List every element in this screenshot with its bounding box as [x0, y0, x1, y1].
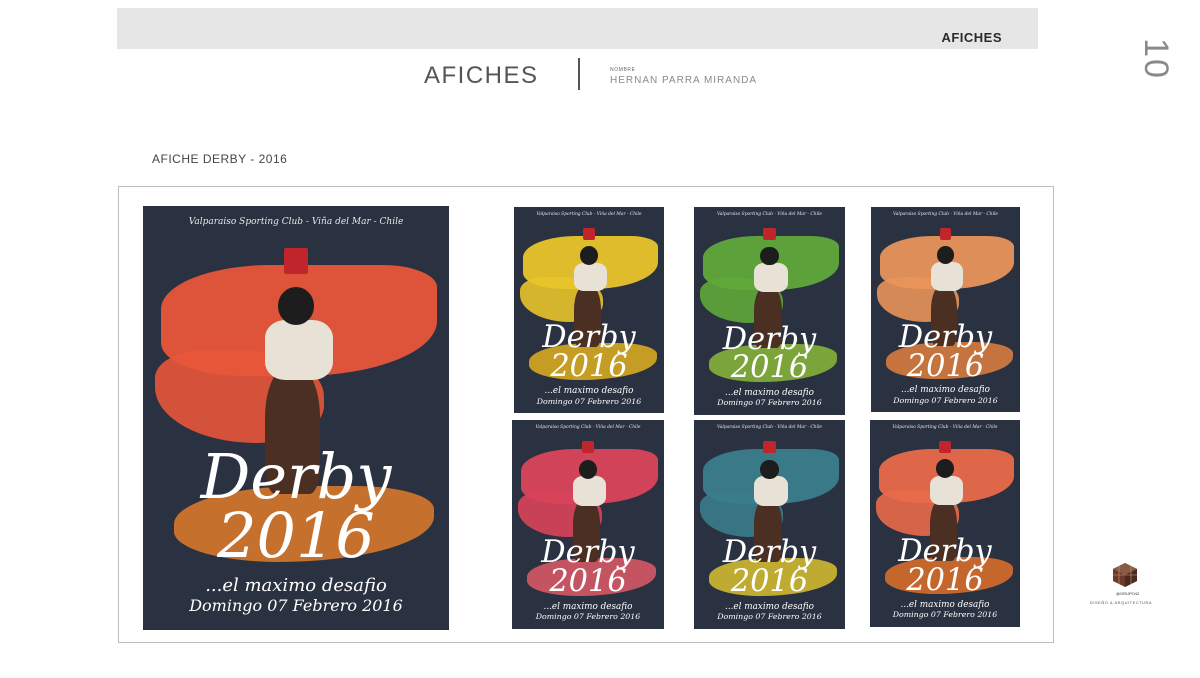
poster-derby-title: Derby 2016: [694, 537, 845, 599]
poster-year: 2016: [550, 349, 628, 385]
logo-caption: DISEÑO & ARQUITECTURA: [1090, 600, 1153, 605]
jockey-illustration: [930, 262, 964, 292]
poster-peach: Valparaiso Sporting Club - Viña del Mar …: [871, 207, 1020, 412]
jockey-illustration: [930, 475, 963, 505]
title-divider: [578, 58, 580, 90]
jockey-illustration: [572, 476, 607, 506]
section-title: AFICHES: [424, 62, 539, 89]
author-label: NOMBRE: [610, 67, 636, 73]
jockey-helmet: [760, 246, 779, 266]
poster-year: 2016: [549, 563, 627, 599]
poster-tagline: ...el maximo desafio: [725, 387, 814, 398]
poster-derby-title: Derby 2016: [870, 536, 1020, 598]
poster-top-text: Valparaiso Sporting Club - Viña del Mar …: [892, 212, 999, 218]
grupo42-logo-icon: [1113, 563, 1137, 587]
jockey-helmet: [277, 286, 315, 325]
poster-top-text: Valparaiso Sporting Club - Viña del Mar …: [535, 425, 641, 431]
jockey-helmet: [580, 246, 598, 265]
poster-top-text: Valparaiso Sporting Club - Viña del Mar …: [716, 425, 823, 431]
poster-year: 2016: [730, 350, 809, 386]
poster-main: Valparaiso Sporting Club - Viña del Mar …: [143, 206, 449, 630]
poster-tagline: ...el maximo desafio: [901, 385, 990, 396]
jockey-illustration: [265, 320, 333, 380]
poster-teal: Valparaiso Sporting Club - Viña del Mar …: [694, 420, 845, 629]
jockey-helmet: [578, 459, 598, 479]
top-bar-label: AFICHES: [941, 30, 1002, 45]
poster-date: Domingo 07 Febrero 2016: [189, 596, 403, 616]
sporting-badge-icon: [939, 440, 951, 454]
sporting-badge-icon: [763, 227, 776, 241]
poster-derby-title: Derby 2016: [514, 323, 664, 385]
poster-top-text: Valparaiso Sporting Club - Viña del Mar …: [188, 216, 404, 227]
poster-derby-title: Derby 2016: [694, 324, 845, 386]
poster-top-text: Valparaiso Sporting Club - Viña del Mar …: [536, 212, 642, 218]
top-bar: AFICHES: [117, 8, 1038, 49]
sporting-badge-icon: [583, 227, 595, 240]
poster-derby-title: Derby 2016: [871, 322, 1020, 384]
poster-tagline: ...el maximo desafio: [205, 574, 387, 596]
poster-date: Domingo 07 Febrero 2016: [892, 610, 998, 620]
logo-brand: @GRUPO42: [1116, 591, 1140, 596]
poster-tagline: ...el maximo desafio: [544, 386, 634, 397]
jockey-helmet: [760, 459, 779, 479]
poster-top-text: Valparaiso Sporting Club - Viña del Mar …: [716, 212, 823, 218]
poster-tagline: ...el maximo desafio: [725, 601, 814, 612]
jockey-illustration: [574, 262, 607, 292]
poster-date: Domingo 07 Febrero 2016: [536, 396, 642, 406]
sporting-badge-icon: [581, 440, 595, 454]
poster-salmon: Valparaiso Sporting Club - Viña del Mar …: [870, 420, 1020, 627]
subsection-title: AFICHE DERBY - 2016: [152, 152, 288, 166]
sporting-badge-icon: [763, 440, 776, 454]
poster-date: Domingo 07 Febrero 2016: [717, 398, 822, 408]
jockey-illustration: [754, 263, 788, 293]
poster-derby-title: Derby 2016: [143, 445, 449, 566]
poster-top-text: Valparaiso Sporting Club - Viña del Mar …: [892, 425, 998, 431]
poster-year: 2016: [217, 498, 375, 572]
poster-date: Domingo 07 Febrero 2016: [893, 395, 998, 405]
jockey-illustration: [754, 476, 788, 506]
sporting-badge-icon: [939, 227, 952, 240]
poster-date: Domingo 07 Febrero 2016: [535, 612, 641, 622]
poster-year: 2016: [730, 563, 809, 599]
author-name: HERNAN PARRA MIRANDA: [610, 75, 758, 86]
page-number: 10: [1137, 38, 1176, 80]
poster-year: 2016: [906, 562, 984, 598]
poster-derby-title: Derby 2016: [512, 537, 664, 599]
poster-pink: Valparaiso Sporting Club - Viña del Mar …: [512, 420, 664, 629]
poster-green: Valparaiso Sporting Club - Viña del Mar …: [694, 207, 845, 415]
poster-year: 2016: [906, 348, 985, 384]
poster-tagline: ...el maximo desafio: [543, 601, 633, 612]
poster-tagline: ...el maximo desafio: [900, 600, 990, 611]
poster-yellow: Valparaiso Sporting Club - Viña del Mar …: [514, 207, 664, 413]
poster-date: Domingo 07 Febrero 2016: [717, 612, 822, 622]
jockey-helmet: [936, 459, 954, 478]
sporting-badge-icon: [283, 248, 309, 274]
